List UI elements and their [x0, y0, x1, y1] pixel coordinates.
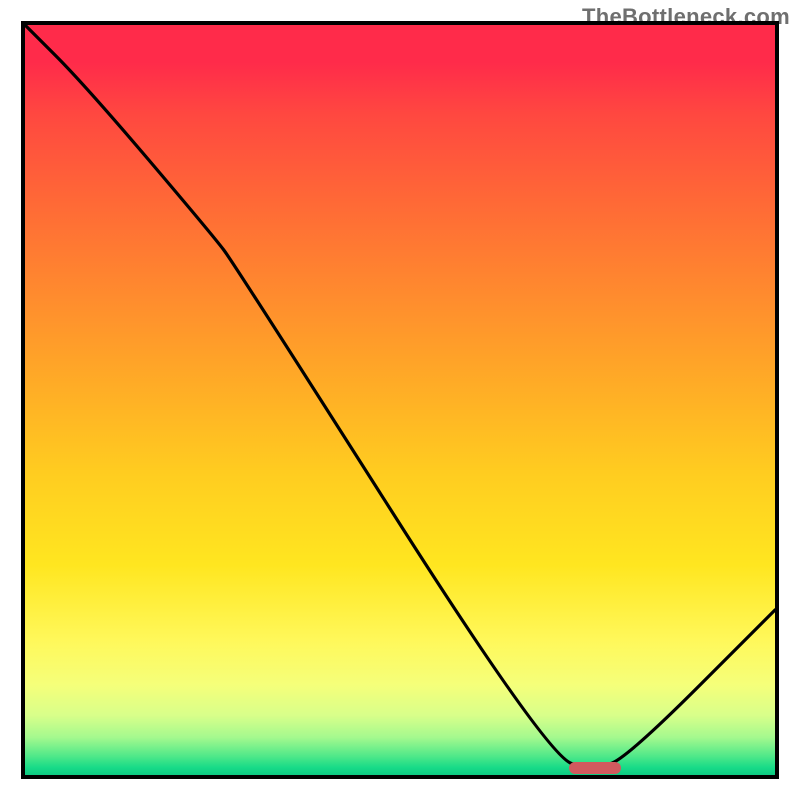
axis-border-top	[21, 21, 779, 25]
bottleneck-curve	[25, 25, 775, 775]
plot-area	[25, 25, 775, 775]
axis-border-left	[21, 21, 25, 779]
axis-border-right	[775, 21, 779, 779]
axis-border-bottom	[21, 775, 779, 779]
chart-container: TheBottleneck.com	[0, 0, 800, 800]
optimal-marker	[569, 762, 622, 774]
curve-path	[25, 25, 775, 766]
watermark-text: TheBottleneck.com	[582, 4, 790, 30]
